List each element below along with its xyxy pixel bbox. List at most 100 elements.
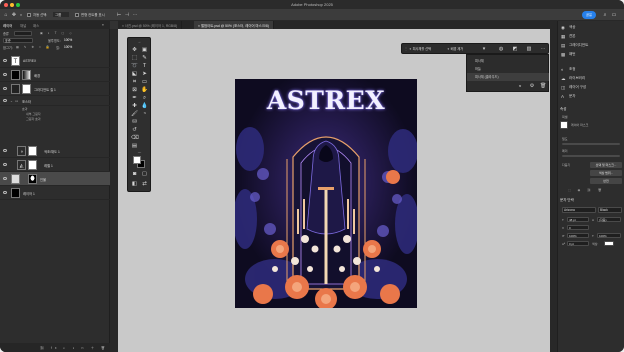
visibility-eye-icon[interactable] — [3, 163, 7, 166]
layer-row[interactable]: 배경 — [0, 68, 110, 82]
foreground-color-swatch[interactable] — [133, 156, 141, 164]
visibility-eye-icon[interactable] — [3, 87, 7, 90]
panel-adjustments[interactable]: ◐ 조정 — [560, 65, 623, 74]
fill-value[interactable]: 100% — [64, 45, 72, 49]
layer-footer-icons[interactable]: ⛓ fx ◐ ◑ ▭ ＋ 🗑 — [40, 345, 108, 350]
tracking-field[interactable]: 0 — [567, 225, 589, 230]
auto-select-checkbox[interactable] — [27, 12, 31, 17]
visibility-eye-icon[interactable] — [3, 99, 7, 102]
font-family-dropdown[interactable]: Arizona — [562, 207, 596, 213]
dropdown-item-subject[interactable]: 피사체 — [467, 57, 549, 65]
panel-libraries[interactable]: ☁ 라이브러리 — [560, 74, 623, 83]
visibility-eye-icon[interactable] — [3, 177, 7, 180]
zoom-tool-icon[interactable]: ⌕ — [141, 95, 148, 102]
font-size-field[interactable]: 48 pt — [567, 217, 589, 222]
tools-collapse-icon[interactable]: ‹‹ — [136, 39, 143, 46]
select-subject-button[interactable]: ✦ 피사체를 선택 — [409, 46, 431, 52]
path-select-icon[interactable]: ➤ — [141, 71, 148, 78]
layer-row-selected[interactable]: 인물 — [0, 172, 110, 186]
effect-row[interactable]: 그림자 효과 — [0, 116, 110, 121]
remove-background-button[interactable]: ✦ 배경 제거 — [447, 46, 463, 52]
tab-layers[interactable]: 레이어 — [3, 23, 12, 28]
filter-icons[interactable]: ▣ ◐ T ▢ ◇ — [40, 31, 74, 35]
show-transform-checkbox[interactable] — [75, 12, 79, 17]
type-tool-icon[interactable]: T — [141, 63, 148, 70]
mask-icon[interactable]: ◍ — [498, 46, 504, 52]
panel-patterns[interactable]: ▩ 패턴 — [560, 50, 623, 59]
move-tool-icon[interactable]: ✥ — [11, 12, 17, 18]
opacity-value[interactable]: 100% — [64, 38, 72, 42]
artboard-tool-icon[interactable]: ▣ — [141, 47, 148, 54]
layer-row[interactable]: 그라디언트 칠 1 — [0, 82, 110, 96]
doc-tab-photo[interactable]: × 사진.psd @ 50% (레이어 1, RGB/8) — [118, 21, 183, 29]
workspace-icon[interactable]: ▭ — [611, 12, 617, 18]
kind-filter-dropdown[interactable] — [14, 31, 32, 36]
panel-layer-comps[interactable]: ◫ 레이어 구성 — [560, 83, 623, 92]
doc-tab-album-art[interactable]: × 앨범아트.psd @ 50% (포스터, 레이어 마스크/8) — [194, 21, 274, 29]
eraser-tool-icon[interactable]: ⌫ — [131, 135, 139, 142]
blend-mode-dropdown[interactable]: 표준 — [3, 38, 33, 43]
blur-tool-icon[interactable]: 💧 — [141, 103, 148, 110]
panel-menu-icon[interactable]: ≡ — [102, 23, 104, 27]
feather-slider[interactable] — [562, 155, 620, 157]
visibility-eye-icon[interactable] — [3, 59, 7, 62]
fill-icon[interactable]: ◩ — [512, 46, 518, 52]
crop-tool-icon[interactable]: ⌗ — [131, 79, 138, 86]
generate-icon[interactable]: ◒ — [517, 83, 523, 89]
panel-gradients[interactable]: ▤ 그레이디언트 — [560, 41, 623, 50]
align-center-icon[interactable]: ⊣ — [124, 12, 130, 18]
eyedropper-tool-icon[interactable]: ✒ — [131, 95, 138, 102]
select-and-mask-button[interactable]: 선택 및 마스크... — [590, 162, 622, 168]
swap-colors-icon[interactable]: ⇄ — [141, 181, 148, 188]
lasso-tool-icon[interactable]: ➰ — [131, 63, 138, 70]
horizontal-scale-field[interactable]: 100% — [597, 233, 621, 238]
healing-brush-icon[interactable]: ✚ — [131, 103, 138, 110]
screen-mode-icon[interactable]: ▢ — [141, 171, 148, 178]
invert-button[interactable]: 반전 — [590, 178, 622, 184]
more-tools-icon[interactable]: ⋯ — [136, 149, 143, 156]
dodge-tool-icon[interactable]: ◔ — [141, 111, 148, 118]
move-tool-icon[interactable]: ✥ — [131, 47, 138, 54]
visibility-eye-icon[interactable] — [3, 73, 7, 76]
more-options-icon[interactable]: ⋯ — [132, 12, 138, 18]
dropdown-item-sky[interactable]: 하늘 — [467, 65, 549, 73]
panel-character[interactable]: A 문자 — [560, 92, 623, 101]
delete-icon[interactable]: 🗑 — [540, 83, 546, 89]
share-button[interactable]: 공유 — [582, 11, 596, 19]
panel-swatches[interactable]: ▦ 견본 — [560, 32, 623, 41]
clone-stamp-icon[interactable]: ⛁ — [131, 119, 138, 126]
frame-tool-icon[interactable]: ⊠ — [131, 87, 138, 94]
object-select-tool-icon[interactable]: ⬕ — [131, 71, 138, 78]
text-color-swatch[interactable] — [604, 241, 614, 246]
brush-tool-icon[interactable]: 🖌 — [131, 111, 138, 118]
font-style-dropdown[interactable]: Black — [598, 207, 622, 213]
vertical-scale-field[interactable]: 100% — [567, 233, 589, 238]
baseline-field[interactable]: 0 pt — [567, 241, 589, 246]
visibility-eye-icon[interactable] — [3, 191, 7, 194]
lock-icons[interactable]: ▦ ✎ ✥ ⌗ 🔒 — [16, 45, 52, 49]
pen-tool-icon[interactable]: ✎ — [141, 55, 148, 62]
hand-tool-icon[interactable]: ✋ — [141, 87, 148, 94]
search-icon[interactable]: ⌕ — [602, 12, 608, 18]
layer-group-row[interactable]: ⌄ ▭ 포스터 — [0, 96, 110, 106]
settings-icon[interactable]: ⚙ — [529, 83, 535, 89]
quick-mask-icon[interactable]: ◙ — [131, 171, 138, 178]
home-icon[interactable]: ⌂ — [3, 12, 9, 18]
layer-row[interactable]: T ASTREX — [0, 54, 110, 68]
rectangle-tool-icon[interactable]: ▭ — [141, 79, 148, 86]
layer-row[interactable]: 레이어 1 — [0, 186, 110, 200]
marquee-tool-icon[interactable]: ⬚ — [131, 55, 138, 62]
leading-field[interactable]: (자동) — [597, 217, 621, 222]
color-range-button[interactable]: 색상 범위... — [590, 170, 622, 176]
more-icon[interactable]: ⋯ — [540, 46, 546, 52]
layer-row[interactable]: ◭ 레벨 1 — [0, 158, 110, 172]
align-left-icon[interactable]: ⊢ — [116, 12, 122, 18]
dropdown-item-subject-cloud[interactable]: 피사체 (클라우드) — [467, 73, 549, 81]
default-colors-icon[interactable]: ◧ — [131, 181, 138, 188]
chevron-down-icon[interactable]: ▾ — [481, 46, 487, 52]
density-slider[interactable] — [562, 143, 620, 145]
auto-select-dropdown[interactable]: 그룹 — [53, 12, 70, 17]
chevron-down-icon[interactable]: ▾ — [18, 12, 24, 18]
visibility-eye-icon[interactable] — [3, 149, 7, 152]
transform-icon[interactable]: ▧ — [526, 46, 532, 52]
